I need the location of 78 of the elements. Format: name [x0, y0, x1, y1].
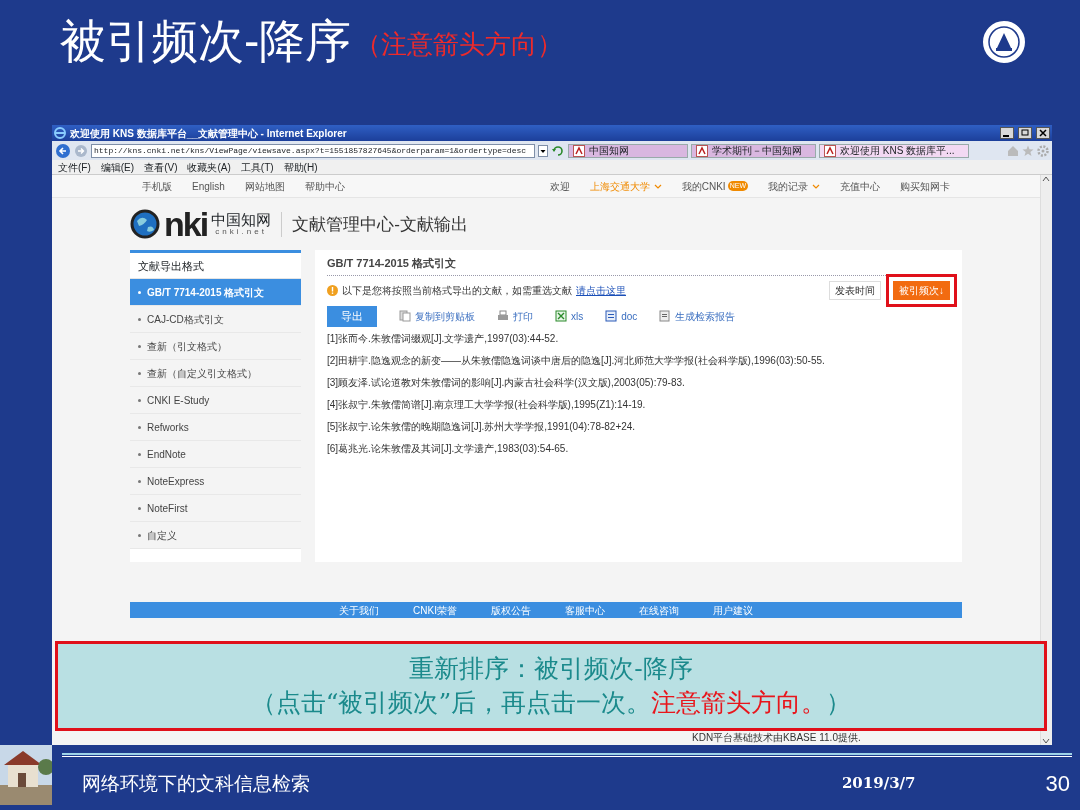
address-field[interactable]: http://kns.cnki.net/kns/ViewPage/viewsave.aspx?t=1551857827645&orderparam=1&ordertype=desc [91, 143, 535, 158]
reference-entry: [6]葛兆光.论朱敦儒及其词[J].文学遗产,1983(03):54-65. [327, 442, 570, 457]
tool-link[interactable]: 打印 [513, 308, 533, 324]
spreadsheet-icon [555, 310, 567, 323]
nav-link[interactable]: 帮助中心 [304, 178, 345, 194]
reference-entry: [3]顾友泽.试论道教对朱敦儒词的影响[J].内蒙古社会科学(汉文版),2003(05):79-83. [327, 376, 686, 391]
tool-link[interactable]: doc [621, 308, 638, 324]
reference-entry: [5]张叔宁.论朱敦儒的晚期隐逸词[J].苏州大学学报,1991(04):78-82+24. [327, 420, 637, 435]
browser-icon [54, 127, 66, 139]
logo-domain: cnki.net [215, 227, 267, 236]
sidebar-item[interactable]: 查新（引文格式） [130, 333, 301, 361]
logo-name: 中国知网 [211, 212, 272, 228]
reference-entry: [1]张而今.朱敦儒词缀观[J].文学遗产,1997(03):44-52. [327, 332, 560, 347]
copy-icon [399, 310, 411, 323]
sidebar-item[interactable]: NoteExpress [130, 468, 301, 496]
menu-item[interactable]: 工具(T) [240, 159, 274, 175]
sidebar-item[interactable]: CNKI E-Study [130, 387, 301, 415]
nav-link[interactable]: English [192, 178, 225, 194]
document-icon [605, 310, 618, 323]
close-icon[interactable] [1036, 127, 1050, 139]
notice-link[interactable]: 请点击这里 [576, 282, 626, 298]
footer-date: 2019/3/7 [841, 773, 916, 795]
globe-icon [130, 209, 160, 240]
tool-link[interactable]: 生成检索报告 [675, 308, 736, 324]
printer-icon [497, 310, 509, 323]
seal-logo-icon [980, 18, 1028, 66]
scroll-down-icon [1041, 737, 1051, 745]
menu-item[interactable]: 收藏夹(A) [187, 159, 231, 175]
sidebar-item[interactable]: 查新（自定义引文格式） [130, 360, 301, 388]
notice-text: 以下是您将按照当前格式导出的文献，如需重选文献 [342, 283, 572, 298]
back-icon[interactable] [55, 142, 71, 159]
menu-item[interactable]: 查看(V) [144, 159, 178, 175]
report-icon [659, 310, 672, 323]
info-icon [327, 284, 338, 296]
page-title: 文献管理中心-文献输出 [281, 211, 468, 238]
reference-entry: [2]田耕宇.隐逸观念的新变——从朱敦儒隐逸词谈中唐后的隐逸[J].河北师范大学学报(社会科学版),1996(03):50-55. [327, 354, 826, 369]
sidebar-item[interactable]: Refworks [130, 414, 301, 442]
sidebar-item[interactable]: EndNote [130, 441, 301, 469]
nav-link[interactable]: 购买知网卡 [900, 178, 950, 194]
menu-item[interactable]: 文件(F) [58, 159, 91, 175]
minimize-icon[interactable] [1000, 127, 1014, 139]
callout-text: （点击“被引频次”后，再点击一次。注意箭头方向。） [250, 687, 852, 719]
favicon-icon [696, 144, 708, 157]
reference-entry: [4]张叔宁.朱敦儒简谱[J].南京理工大学学报(社会科学版),1995(Z1):14-19. [327, 398, 647, 413]
chevron-down-icon [653, 182, 662, 190]
callout-title: 重新排序：被引频次-降序 [409, 653, 693, 686]
tool-link[interactable]: 复制到剪贴板 [415, 308, 475, 324]
sidebar-item[interactable]: CAJ-CD格式引文 [130, 306, 301, 334]
slide-title-note: （注意箭头方向） [355, 28, 564, 61]
footer-title: 网络环境下的文科信息检索 [82, 771, 310, 797]
sort-button[interactable]: 发表时间 [829, 280, 881, 300]
slide-title: 被引频次-降序 [60, 18, 352, 64]
restore-icon[interactable] [1018, 127, 1032, 139]
chevron-down-icon [812, 182, 820, 190]
content-heading: GB/T 7714-2015 格式引文 [327, 250, 950, 277]
credit-text: KDN平台基础技术由KBASE 11.0提供. [692, 731, 862, 745]
nav-link[interactable]: 网站地图 [244, 178, 285, 194]
scroll-up-icon [1041, 175, 1051, 183]
nav-link[interactable]: 欢迎 [549, 178, 570, 194]
window-title: 欢迎使用 KNS 数据库平台__文献管理中心 - Internet Explorer [70, 126, 348, 141]
menu-item[interactable]: 帮助(H) [283, 159, 318, 175]
nav-link[interactable]: 我的CNKI [681, 178, 726, 194]
browser-tab[interactable]: 欢迎使用 KNS 数据库平... [819, 143, 969, 158]
nav-link[interactable]: 充值中心 [840, 178, 880, 194]
browser-tab[interactable]: 学术期刊－中国知网 [691, 143, 816, 158]
favicon-icon [573, 144, 585, 157]
favicon-icon [824, 144, 836, 157]
sidebar-item[interactable]: NoteFirst [130, 495, 301, 523]
sidebar-item[interactable]: 自定义 [130, 522, 301, 550]
browser-tab[interactable]: 中国知网 [568, 143, 688, 158]
nav-link[interactable]: 我的记录 [768, 178, 808, 194]
dropdown-icon[interactable] [538, 144, 548, 157]
logo-text: nki [164, 207, 208, 242]
page-number: 30 [1045, 770, 1070, 798]
star-icon[interactable] [1022, 144, 1034, 157]
nav-link[interactable]: 手机版 [142, 178, 172, 194]
menu-item[interactable]: 编辑(E) [100, 159, 135, 175]
tool-link[interactable]: xls [571, 308, 584, 324]
